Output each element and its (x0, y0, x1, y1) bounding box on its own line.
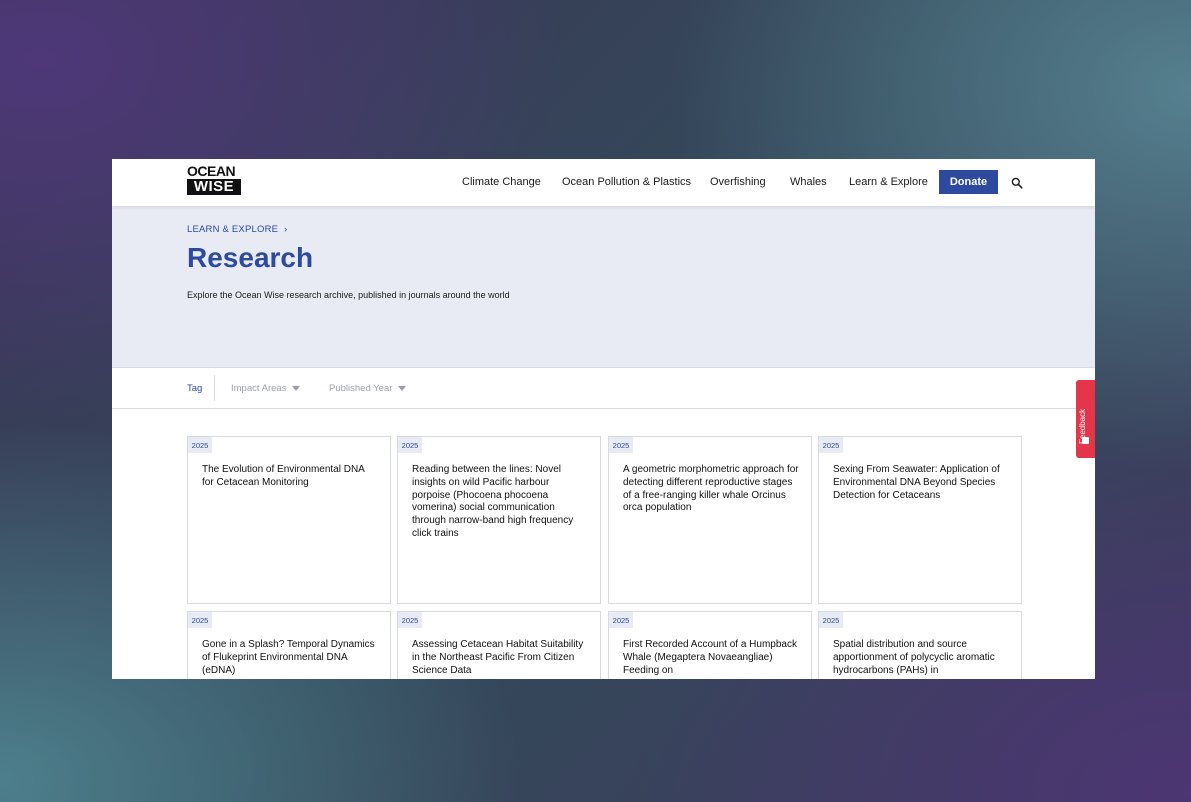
research-card[interactable]: 2025 Gone in a Splash? Temporal Dynamics… (187, 611, 391, 679)
filter-bar: Tag Impact Areas Published Year (112, 367, 1095, 409)
logo-line-2: WISE (187, 179, 241, 195)
browser-viewport: OCEAN WISE Climate Change Ocean Pollutio… (112, 159, 1095, 679)
feedback-label: Feedback (1078, 408, 1087, 444)
chevron-right-icon: › (284, 224, 288, 235)
ocean-wise-logo[interactable]: OCEAN WISE (187, 163, 243, 197)
year-badge: 2025 (819, 612, 843, 628)
year-badge: 2025 (819, 437, 843, 453)
site-header: OCEAN WISE Climate Change Ocean Pollutio… (112, 159, 1095, 206)
year-badge: 2025 (609, 437, 633, 453)
feedback-tab[interactable]: Feedback (1076, 380, 1095, 458)
year-badge: 2025 (188, 612, 212, 628)
donate-button[interactable]: Donate (939, 170, 998, 194)
search-icon[interactable] (1011, 176, 1023, 189)
year-badge: 2025 (188, 437, 212, 453)
caret-down-icon (398, 385, 407, 391)
breadcrumb[interactable]: LEARN & EXPLORE › (187, 224, 288, 235)
nav-ocean-pollution-plastics[interactable]: Ocean Pollution & Plastics (562, 176, 691, 188)
page-subtitle: Explore the Ocean Wise research archive,… (187, 290, 510, 300)
research-card-title[interactable]: Assessing Cetacean Habitat Suitability i… (412, 639, 588, 677)
research-card[interactable]: 2025 The Evolution of Environmental DNA … (187, 436, 391, 604)
breadcrumb-learn-explore[interactable]: LEARN & EXPLORE (187, 224, 278, 235)
nav-overfishing[interactable]: Overfishing (710, 176, 766, 188)
research-card[interactable]: 2025 First Recorded Account of a Humpbac… (608, 611, 812, 679)
research-card-title[interactable]: Spatial distribution and source apportio… (833, 639, 1009, 677)
research-card-title[interactable]: First Recorded Account of a Humpback Wha… (623, 639, 799, 677)
published-year-dropdown[interactable]: Published Year (329, 383, 407, 394)
page-title: Research (187, 242, 314, 273)
research-card-title[interactable]: Gone in a Splash? Temporal Dynamics of F… (202, 639, 378, 677)
nav-climate-change[interactable]: Climate Change (462, 176, 541, 188)
research-card-title[interactable]: Sexing From Seawater: Application of Env… (833, 464, 1009, 502)
research-card[interactable]: 2025 Sexing From Seawater: Application o… (818, 436, 1022, 604)
research-card-title[interactable]: Reading between the lines: Novel insight… (412, 464, 588, 541)
logo-line-1: OCEAN (187, 163, 236, 179)
research-card[interactable]: 2025 A geometric morphometric approach f… (608, 436, 812, 604)
research-card-title[interactable]: A geometric morphometric approach for de… (623, 464, 799, 515)
page-hero: LEARN & EXPLORE › Research Explore the Oc… (112, 206, 1095, 367)
research-card-title[interactable]: The Evolution of Environmental DNA for C… (202, 464, 378, 490)
year-badge: 2025 (398, 437, 422, 453)
filter-divider (214, 375, 215, 401)
published-year-label: Published Year (329, 383, 393, 394)
impact-areas-label: Impact Areas (231, 383, 287, 394)
filter-tag-tab[interactable]: Tag (187, 383, 202, 394)
year-badge: 2025 (609, 612, 633, 628)
caret-down-icon (292, 385, 301, 391)
nav-whales[interactable]: Whales (790, 176, 827, 188)
research-card[interactable]: 2025 Assessing Cetacean Habitat Suitabil… (397, 611, 601, 679)
nav-learn-explore[interactable]: Learn & Explore (849, 176, 928, 188)
research-card[interactable]: 2025 Spatial distribution and source app… (818, 611, 1022, 679)
research-card[interactable]: 2025 Reading between the lines: Novel in… (397, 436, 601, 604)
year-badge: 2025 (398, 612, 422, 628)
impact-areas-dropdown[interactable]: Impact Areas (231, 383, 301, 394)
